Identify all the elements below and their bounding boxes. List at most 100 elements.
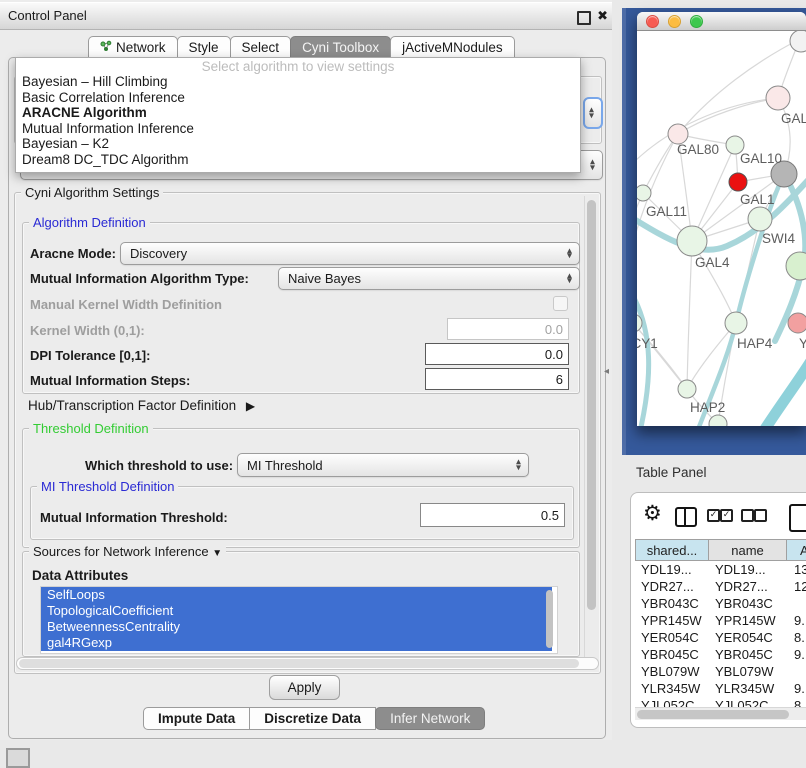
attribute-item-selfloops[interactable]: SelfLoops bbox=[41, 587, 552, 603]
column-header-a[interactable]: A bbox=[786, 539, 806, 561]
aracne-mode-value: Discovery bbox=[130, 246, 187, 261]
attributes-scrollbar-thumb[interactable] bbox=[546, 590, 553, 648]
algorithm-option-dream8-dc-tdc-algorithm[interactable]: Dream8 DC_TDC Algorithm bbox=[16, 152, 580, 168]
table-row[interactable]: YPR145WYPR145W9. bbox=[635, 612, 806, 629]
table-row[interactable]: YBL079WYBL079W bbox=[635, 663, 806, 680]
tab-label: Cyni Toolbox bbox=[302, 37, 379, 58]
table-panel: ⚙ ✓ ✓ shared...nameA YDL19...YDL19...13Y… bbox=[630, 492, 806, 728]
network-node[interactable] bbox=[790, 31, 806, 52]
attribute-item-gal4rgexp[interactable]: gal4RGexp bbox=[41, 635, 552, 651]
close-window-icon[interactable] bbox=[646, 15, 659, 28]
spinner-arrows-icon: ▲▼ bbox=[567, 273, 572, 284]
tab-label: Network bbox=[116, 37, 166, 58]
network-canvas[interactable]: GALGAL80GAL10GAL1GAL11SWI4GAL4GCY1HAP4YH… bbox=[637, 31, 806, 426]
network-node[interactable] bbox=[637, 185, 651, 201]
minimize-window-icon[interactable] bbox=[668, 15, 681, 28]
mi-threshold-field[interactable]: 0.5 bbox=[420, 503, 565, 527]
tab-style[interactable]: Style bbox=[177, 36, 231, 58]
network-node[interactable] bbox=[709, 415, 727, 426]
dpi-tolerance-field[interactable]: 0.0 bbox=[425, 343, 569, 365]
table-cell: YLR345W bbox=[709, 680, 788, 697]
tab-network[interactable]: Network bbox=[88, 36, 178, 58]
tab-select[interactable]: Select bbox=[230, 36, 292, 58]
aracne-mode-combo[interactable]: Discovery ▲▼ bbox=[120, 242, 580, 265]
column-header-name[interactable]: name bbox=[708, 539, 787, 561]
close-panel-icon[interactable]: ✖ bbox=[597, 3, 608, 29]
network-node[interactable] bbox=[786, 252, 806, 280]
network-node[interactable] bbox=[668, 124, 688, 144]
tab-infer-network[interactable]: Infer Network bbox=[375, 707, 485, 730]
network-window-titlebar[interactable] bbox=[637, 12, 806, 31]
unchecked-checkbox-icon[interactable] bbox=[741, 509, 754, 522]
network-edge[interactable] bbox=[699, 174, 784, 426]
data-attributes-list: SelfLoopsTopologicalCoefficientBetweenne… bbox=[40, 586, 558, 654]
which-threshold-combo[interactable]: MI Threshold ▲▼ bbox=[237, 453, 529, 477]
screen: { "colors": { "selection_blue": "#3e6fd1… bbox=[0, 0, 806, 762]
column-header-shared[interactable]: shared... bbox=[635, 539, 709, 561]
table-horizontal-scrollbar-thumb[interactable] bbox=[637, 710, 789, 719]
table-row[interactable]: YDR27...YDR27...12 bbox=[635, 578, 806, 595]
manual-kernel-checkbox[interactable] bbox=[553, 296, 568, 311]
network-edge[interactable] bbox=[765, 361, 806, 426]
tab-cyni-toolbox[interactable]: Cyni Toolbox bbox=[290, 36, 391, 58]
kernel-width-field[interactable]: 0.0 bbox=[447, 318, 569, 340]
network-node[interactable] bbox=[766, 86, 790, 110]
table-row[interactable]: YBR045CYBR045C9. bbox=[635, 646, 806, 663]
checked-checkbox-icon[interactable]: ✓ bbox=[707, 509, 720, 522]
settings-vertical-scrollbar-thumb[interactable] bbox=[587, 200, 596, 610]
network-edge[interactable] bbox=[687, 241, 692, 389]
algorithm-option-basic-correlation-inference[interactable]: Basic Correlation Inference bbox=[16, 90, 580, 106]
network-node[interactable] bbox=[678, 380, 696, 398]
control-panel-titlebar[interactable]: Control Panel ✖ bbox=[0, 2, 612, 30]
tab-jactivemnodules[interactable]: jActiveMNodules bbox=[390, 36, 515, 58]
mi-steps-label: Mutual Information Steps: bbox=[30, 373, 190, 388]
settings-vertical-scrollbar[interactable] bbox=[584, 196, 598, 666]
network-node[interactable] bbox=[788, 313, 806, 333]
zoom-window-icon[interactable] bbox=[690, 15, 703, 28]
tab-impute-data[interactable]: Impute Data bbox=[143, 707, 250, 730]
table-row[interactable]: YER054CYER054C8. bbox=[635, 629, 806, 646]
table-horizontal-scrollbar[interactable] bbox=[635, 707, 806, 720]
mi-type-label: Mutual Information Algorithm Type: bbox=[30, 271, 249, 286]
column-layout-icon[interactable] bbox=[675, 507, 697, 527]
table-cell bbox=[788, 663, 806, 680]
network-edge[interactable] bbox=[678, 98, 778, 134]
panel-resize-handle[interactable]: ◂ bbox=[604, 366, 609, 377]
checked-checkbox-icon[interactable]: ✓ bbox=[720, 509, 733, 522]
table-row[interactable]: YBR043CYBR043C bbox=[635, 595, 806, 612]
dock-panel-icon[interactable] bbox=[6, 748, 30, 768]
network-window: GALGAL80GAL10GAL1GAL11SWI4GAL4GCY1HAP4YH… bbox=[637, 12, 806, 426]
attribute-item-topologicalcoefficient[interactable]: TopologicalCoefficient bbox=[41, 603, 552, 619]
mi-type-combo[interactable]: Naive Bayes ▲▼ bbox=[278, 267, 580, 290]
algorithm-combo-button[interactable]: ▲▼ bbox=[583, 97, 603, 129]
unchecked-checkbox-icon[interactable] bbox=[754, 509, 767, 522]
network-graph: GALGAL80GAL10GAL1GAL11SWI4GAL4GCY1HAP4YH… bbox=[637, 31, 806, 426]
attribute-item-betweennesscentrality[interactable]: BetweennessCentrality bbox=[41, 619, 552, 635]
network-edge[interactable] bbox=[637, 289, 649, 426]
settings-horizontal-scrollbar[interactable] bbox=[16, 657, 599, 670]
mi-steps-field[interactable]: 6 bbox=[425, 368, 569, 390]
settings-horizontal-scrollbar-thumb[interactable] bbox=[19, 659, 579, 668]
algorithm-option-bayesian-hill-climbing[interactable]: Bayesian – Hill Climbing bbox=[16, 74, 580, 90]
network-node[interactable] bbox=[748, 207, 772, 231]
tab-label: Select bbox=[242, 37, 280, 58]
tab-discretize-data[interactable]: Discretize Data bbox=[249, 707, 376, 730]
network-node[interactable] bbox=[677, 226, 707, 256]
table-cell: YBR043C bbox=[709, 595, 788, 612]
float-window-icon[interactable] bbox=[577, 11, 591, 25]
spinner-arrows-icon: ▲▼ bbox=[590, 160, 595, 171]
network-node[interactable] bbox=[729, 173, 747, 191]
network-edge[interactable] bbox=[692, 145, 735, 241]
node-label-gal10: GAL10 bbox=[740, 151, 782, 166]
table-settings-gear-icon[interactable]: ⚙ bbox=[643, 500, 662, 526]
sources-title[interactable]: Sources for Network Inference ▼ bbox=[29, 544, 226, 559]
algorithm-option-aracne-algorithm[interactable]: ARACNE Algorithm bbox=[16, 105, 580, 121]
table-row[interactable]: YLR345WYLR345W9. bbox=[635, 680, 806, 697]
new-table-icon[interactable] bbox=[789, 504, 806, 532]
algorithm-option-bayesian-k2[interactable]: Bayesian – K2 bbox=[16, 136, 580, 152]
apply-button[interactable]: Apply bbox=[269, 675, 340, 700]
network-node[interactable] bbox=[725, 312, 747, 334]
hub-definition-toggle[interactable]: Hub/Transcription Factor Definition ▶ bbox=[28, 398, 255, 413]
table-row[interactable]: YDL19...YDL19...13 bbox=[635, 561, 806, 578]
algorithm-option-mutual-information-inference[interactable]: Mutual Information Inference bbox=[16, 121, 580, 137]
